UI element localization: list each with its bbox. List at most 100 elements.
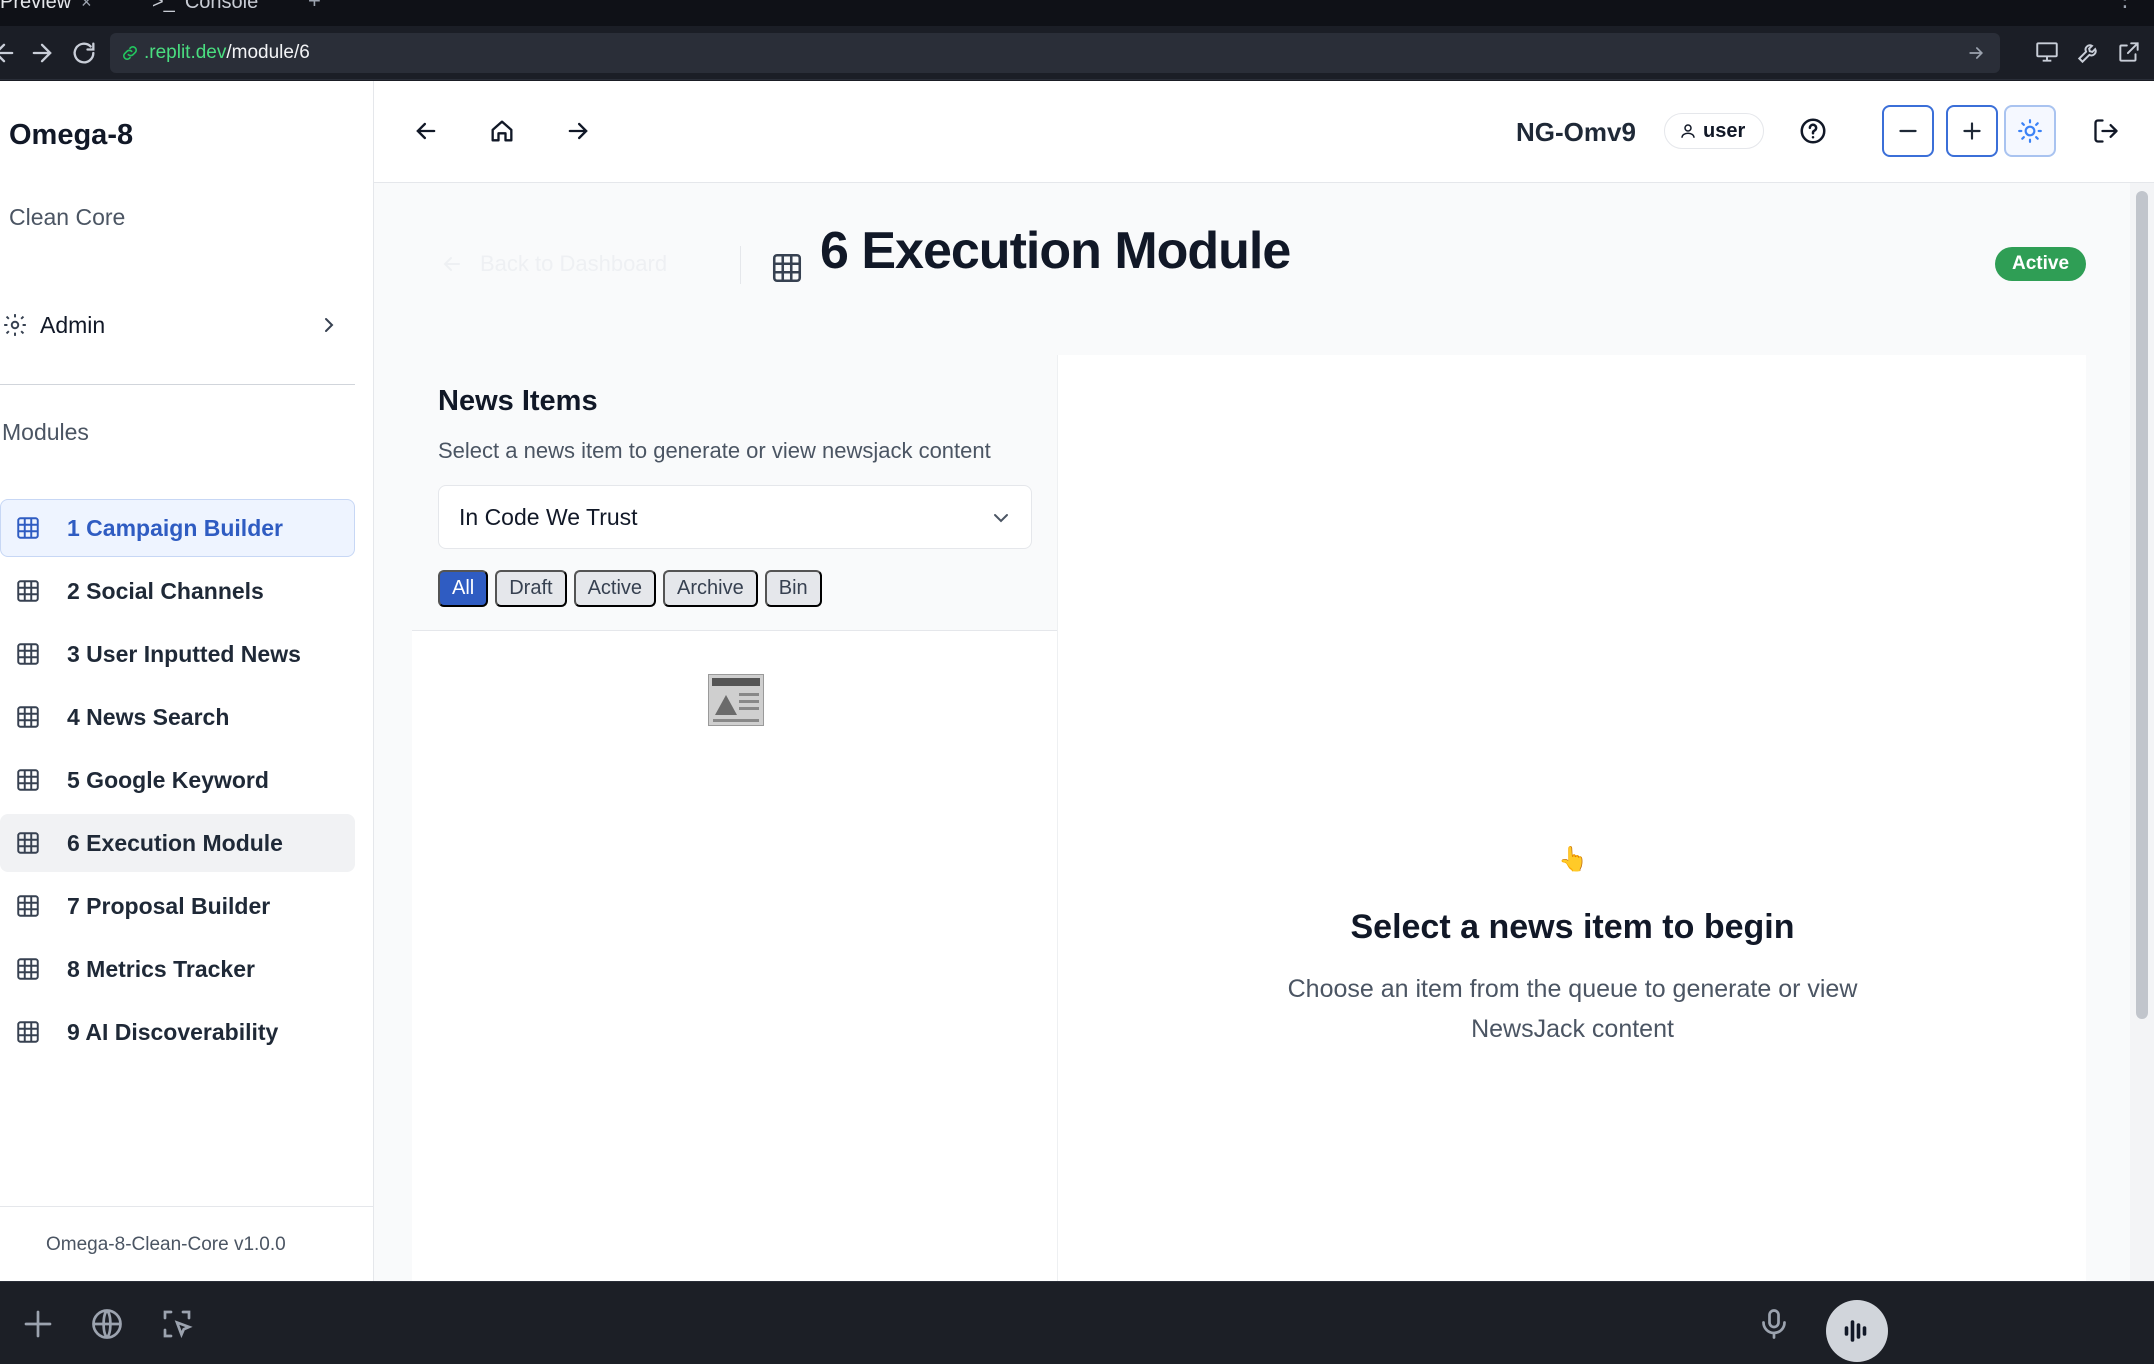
- sidebar-item-label: 7 Proposal Builder: [67, 892, 271, 919]
- browser-url-bar: .replit.dev/module/6: [0, 26, 2154, 80]
- back-icon[interactable]: [0, 39, 18, 67]
- sidebar: Omega-8 Clean Core Admin Modules 1 Campa…: [0, 81, 374, 1281]
- back-to-dashboard-link[interactable]: Back to Dashboard: [440, 251, 667, 277]
- table-grid-icon: [17, 958, 39, 980]
- filter-all-button[interactable]: All: [438, 570, 489, 607]
- divider: [0, 1206, 374, 1207]
- filter-active-button[interactable]: Active: [573, 570, 657, 607]
- user-badge[interactable]: user: [1664, 113, 1765, 149]
- reload-icon[interactable]: [70, 39, 98, 67]
- chevron-right-icon: [325, 318, 334, 332]
- new-tab-icon[interactable]: +: [308, 0, 321, 14]
- globe-icon[interactable]: [89, 1306, 125, 1342]
- sidebar-item-label: 5 Google Keyword: [67, 766, 269, 793]
- status-badge: Active: [1995, 247, 2087, 281]
- account-id: NG-Omv9: [1516, 117, 1636, 147]
- home-icon[interactable]: [488, 117, 516, 145]
- content-detail-panel: 👆 Select a news item to begin Choose an …: [1057, 355, 2086, 1281]
- logout-icon[interactable]: [2092, 117, 2120, 145]
- page-title: 6 Execution Module: [820, 222, 1291, 280]
- sun-icon: [2018, 119, 2042, 143]
- brand-title: Omega-8: [9, 119, 134, 151]
- sidebar-item-label: Admin: [40, 311, 106, 338]
- sidebar-item-proposal-builder[interactable]: 7 Proposal Builder: [0, 877, 355, 935]
- audio-waveform-icon: [1844, 1320, 1867, 1342]
- sidebar-item-label: 8 Metrics Tracker: [67, 955, 255, 982]
- table-grid-icon: [17, 517, 39, 539]
- main-content: Back to Dashboard 6 Execution Module Act…: [374, 183, 2130, 1281]
- forward-icon[interactable]: [28, 39, 56, 67]
- campaign-select-value: In Code We Trust: [459, 503, 638, 530]
- tab-preview-label: Preview: [0, 0, 72, 13]
- sidebar-item-label: 4 News Search: [67, 703, 230, 730]
- table-grid-icon: [17, 895, 39, 917]
- brand-subtitle: Clean Core: [9, 204, 126, 230]
- version-label: Omega-8-Clean-Core v1.0.0: [46, 1234, 286, 1255]
- sidebar-item-metrics-tracker[interactable]: 8 Metrics Tracker: [0, 940, 355, 998]
- browser-tab-strip: Preview × >_ Console + ⋮: [0, 0, 2154, 26]
- sidebar-item-campaign-builder[interactable]: 1 Campaign Builder: [0, 499, 355, 557]
- back-link-label: Back to Dashboard: [480, 251, 668, 276]
- zoom-in-button[interactable]: [1946, 105, 1998, 157]
- campaign-select[interactable]: In Code We Trust: [438, 485, 1032, 549]
- sidebar-item-label: 3 User Inputted News: [67, 640, 301, 667]
- sidebar-item-label: 2 Social Channels: [67, 577, 264, 604]
- sidebar-item-label: 6 Execution Module: [67, 829, 283, 856]
- address-input[interactable]: .replit.dev/module/6: [110, 33, 2000, 73]
- arrow-right-icon[interactable]: [564, 117, 592, 145]
- tab-close-icon[interactable]: ×: [81, 0, 92, 13]
- pointing-hand-icon: 👆: [1558, 846, 1588, 873]
- chevron-down-icon: [994, 514, 1008, 523]
- zoom-out-button[interactable]: [1882, 105, 1934, 157]
- select-cursor-icon[interactable]: [159, 1306, 195, 1342]
- empty-state-subtitle: Choose an item from the queue to generat…: [1287, 975, 1858, 1043]
- divider: [0, 384, 355, 385]
- arrow-left-icon[interactable]: [412, 117, 440, 145]
- module-nav: 1 Campaign Builder 2 Social Channels 3 U…: [0, 499, 355, 1066]
- sidebar-item-ai-discoverability[interactable]: 9 AI Discoverability: [0, 1003, 355, 1061]
- filter-draft-button[interactable]: Draft: [495, 570, 567, 607]
- filter-archive-button[interactable]: Archive: [663, 570, 758, 607]
- wrench-icon[interactable]: [2076, 39, 2102, 65]
- sidebar-item-admin[interactable]: Admin: [0, 303, 355, 347]
- plus-icon[interactable]: [20, 1306, 56, 1342]
- sidebar-item-label: 9 AI Discoverability: [67, 1018, 279, 1045]
- app-header: NG-Omv9 user: [374, 81, 2154, 183]
- more-icon[interactable]: ⋮: [2114, 0, 2136, 12]
- table-grid-icon: [17, 1021, 39, 1043]
- external-link-icon[interactable]: [2116, 39, 2142, 65]
- sidebar-item-google-keyword[interactable]: 5 Google Keyword: [0, 751, 355, 809]
- gear-icon: [4, 314, 26, 336]
- news-list: [412, 630, 1057, 1281]
- theme-toggle-button[interactable]: [2004, 105, 2056, 157]
- sidebar-item-user-inputted-news[interactable]: 3 User Inputted News: [0, 625, 355, 683]
- table-grid-icon: [17, 706, 39, 728]
- user-label: user: [1703, 119, 1746, 142]
- tab-console-label: Console: [184, 0, 259, 13]
- news-items-panel: News Items Select a news item to generat…: [412, 355, 1057, 1281]
- microphone-icon[interactable]: [1756, 1306, 1792, 1342]
- sidebar-item-news-search[interactable]: 4 News Search: [0, 688, 355, 746]
- panel-subtitle: Select a news item to generate or view n…: [438, 438, 991, 463]
- help-icon[interactable]: [1798, 116, 1828, 146]
- tab-preview[interactable]: Preview ×: [0, 0, 92, 14]
- open-arrow-icon[interactable]: [1966, 43, 1986, 63]
- table-grid-icon: [17, 832, 39, 854]
- filter-bin-button[interactable]: Bin: [764, 570, 822, 607]
- terminal-icon: >_: [152, 0, 175, 13]
- arrow-left-icon: [443, 257, 460, 271]
- panel-title: News Items: [438, 385, 598, 417]
- sidebar-item-label: 1 Campaign Builder: [67, 514, 283, 541]
- sidebar-item-execution-module[interactable]: 6 Execution Module: [0, 814, 355, 872]
- bottom-toolbar: [0, 1281, 2154, 1364]
- table-grid-icon: [17, 643, 39, 665]
- scrollbar[interactable]: [2130, 183, 2154, 1281]
- voice-mode-button[interactable]: [1826, 1300, 1888, 1362]
- scrollbar-thumb[interactable]: [2136, 191, 2148, 1019]
- sidebar-item-social-channels[interactable]: 2 Social Channels: [0, 562, 355, 620]
- status-filter-group: All Draft Active Archive Bin: [438, 570, 822, 607]
- tab-console[interactable]: >_ Console: [152, 0, 258, 14]
- device-icon[interactable]: [2034, 39, 2060, 65]
- table-grid-icon: [17, 769, 39, 791]
- newspaper-icon: [708, 674, 764, 726]
